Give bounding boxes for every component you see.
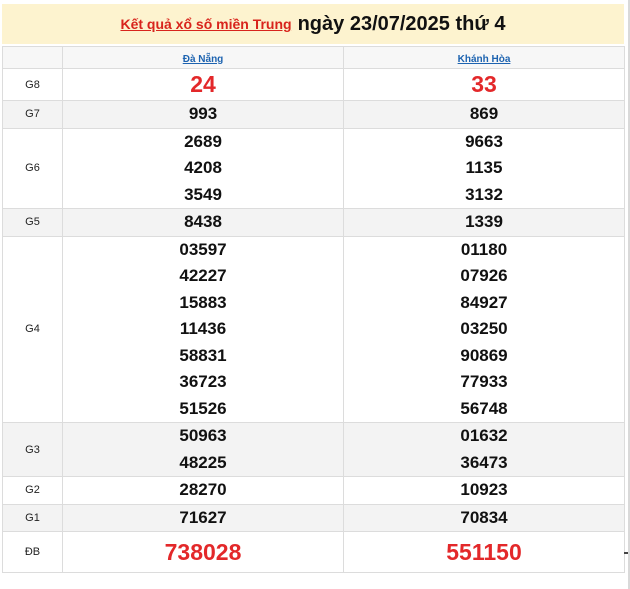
prize-number: 1339 bbox=[465, 212, 503, 231]
prize-number: 42227 bbox=[179, 266, 227, 285]
results-table: Đà Nẵng Khánh Hòa G8 24 33 G7 993 869 G6 2689 42… bbox=[2, 46, 625, 573]
prize-number: 71627 bbox=[179, 507, 227, 527]
prize-number: 8438 bbox=[184, 212, 222, 231]
table-header-row: Đà Nẵng Khánh Hòa bbox=[2, 46, 625, 69]
prize-row-g7: G7 993 869 bbox=[2, 100, 625, 129]
prize-cell-da-nang: 24 bbox=[62, 68, 344, 101]
prize-cell-khanh-hoa: 9663 1135 3132 bbox=[343, 127, 625, 209]
prize-cell-da-nang: 738028 bbox=[62, 531, 344, 573]
prize-cell-khanh-hoa: 10923 bbox=[343, 476, 625, 505]
prize-number: 70834 bbox=[460, 507, 508, 527]
prize-cell-da-nang: 03597 42227 15883 11436 58831 36723 51526 bbox=[62, 235, 344, 423]
prize-label: ĐB bbox=[2, 531, 63, 573]
prize-row-g8: G8 24 33 bbox=[2, 68, 625, 101]
draw-date: ngày 23/07/2025 thứ 4 bbox=[297, 12, 506, 35]
prize-number: 36723 bbox=[179, 372, 227, 391]
prize-number: 07926 bbox=[460, 266, 508, 285]
prize-number: 738028 bbox=[164, 539, 242, 565]
prize-number: 15883 bbox=[179, 292, 227, 312]
prize-label: G4 bbox=[2, 235, 63, 423]
prize-label: G6 bbox=[2, 127, 63, 209]
prize-cell-khanh-hoa: 70834 bbox=[343, 503, 625, 532]
prize-number: 3132 bbox=[465, 184, 503, 204]
prize-row-g1: G1 71627 70834 bbox=[2, 503, 625, 532]
results-link[interactable]: Kết quả xổ số miền Trung bbox=[120, 16, 291, 32]
prize-label: G3 bbox=[2, 422, 63, 477]
prize-number: 01632 bbox=[460, 426, 508, 445]
prize-number: 58831 bbox=[179, 345, 227, 365]
prize-number: 10923 bbox=[460, 480, 508, 499]
prize-number: 51526 bbox=[179, 398, 227, 418]
prize-label: G1 bbox=[2, 503, 63, 532]
prize-cell-khanh-hoa: 33 bbox=[343, 68, 625, 101]
prize-cell-da-nang: 2689 4208 3549 bbox=[62, 127, 344, 209]
prize-number: 03250 bbox=[460, 319, 508, 338]
prize-number: 1135 bbox=[465, 158, 503, 177]
prize-cell-da-nang: 71627 bbox=[62, 503, 344, 532]
header-empty-cell bbox=[2, 46, 63, 69]
prize-row-g3: G3 50963 48225 01632 36473 bbox=[2, 422, 625, 477]
prize-row-đb: ĐB 738028 551150 bbox=[2, 531, 625, 573]
prize-row-g5: G5 8438 1339 bbox=[2, 208, 625, 237]
results-body: G8 24 33 G7 993 869 G6 2689 4208 3549 9663 1135 3132… bbox=[2, 68, 625, 573]
prize-row-g6: G6 2689 4208 3549 9663 1135 3132 bbox=[2, 127, 625, 209]
prize-number: 03597 bbox=[179, 239, 227, 259]
prize-number: 11436 bbox=[179, 319, 227, 338]
prize-number: 50963 bbox=[179, 426, 227, 445]
prize-number: 551150 bbox=[446, 539, 522, 565]
prize-number: 993 bbox=[188, 104, 218, 123]
prize-number: 56748 bbox=[460, 398, 508, 418]
prize-number: 01180 bbox=[460, 239, 508, 259]
prize-number: 3549 bbox=[184, 184, 222, 204]
prize-label: G5 bbox=[2, 208, 63, 237]
prize-cell-da-nang: 993 bbox=[62, 100, 344, 129]
header-province-khanh-hoa: Khánh Hòa bbox=[343, 46, 625, 69]
prize-row-g2: G2 28270 10923 bbox=[2, 476, 625, 505]
prize-cell-khanh-hoa: 1339 bbox=[343, 208, 625, 237]
prize-number: 90869 bbox=[460, 345, 508, 365]
prize-number: 869 bbox=[469, 104, 499, 123]
prize-number: 36473 bbox=[460, 452, 508, 472]
edge-marker bbox=[624, 552, 628, 554]
prize-cell-da-nang: 50963 48225 bbox=[62, 422, 344, 477]
prize-number: 77933 bbox=[460, 372, 508, 391]
header-province-da-nang: Đà Nẵng bbox=[62, 46, 344, 69]
prize-number: 4208 bbox=[184, 158, 222, 177]
prize-cell-khanh-hoa: 869 bbox=[343, 100, 625, 129]
prize-number: 24 bbox=[190, 71, 216, 97]
prize-number: 84927 bbox=[460, 292, 508, 312]
prize-label: G2 bbox=[2, 476, 63, 505]
prize-label: G7 bbox=[2, 100, 63, 129]
prize-cell-khanh-hoa: 01180 07926 84927 03250 90869 77933 56748 bbox=[343, 235, 625, 423]
province-link-khanh-hoa[interactable]: Khánh Hòa bbox=[458, 54, 511, 65]
prize-number: 9663 bbox=[465, 131, 503, 151]
prize-cell-khanh-hoa: 01632 36473 bbox=[343, 422, 625, 477]
prize-number: 28270 bbox=[179, 480, 227, 499]
prize-number: 33 bbox=[471, 71, 497, 97]
prize-row-g4: G4 03597 42227 15883 11436 58831 36723 51526 011… bbox=[2, 235, 625, 423]
lottery-results-page: Kết quả xổ số miền Trung ngày 23/07/2025… bbox=[0, 0, 630, 589]
prize-cell-da-nang: 28270 bbox=[62, 476, 344, 505]
prize-number: 48225 bbox=[179, 452, 227, 472]
prize-cell-khanh-hoa: 551150 bbox=[343, 531, 625, 573]
title-bar: Kết quả xổ số miền Trung ngày 23/07/2025… bbox=[2, 4, 624, 44]
prize-number: 2689 bbox=[184, 131, 222, 151]
prize-label: G8 bbox=[2, 68, 63, 101]
prize-cell-da-nang: 8438 bbox=[62, 208, 344, 237]
province-link-da-nang[interactable]: Đà Nẵng bbox=[183, 54, 224, 65]
